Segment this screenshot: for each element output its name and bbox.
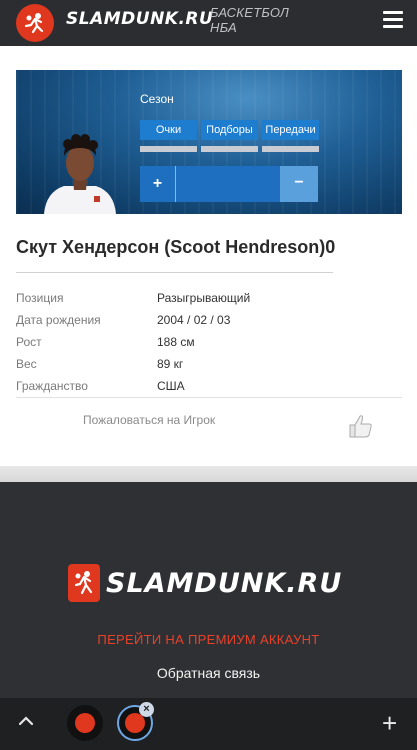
- info-label: Рост: [16, 335, 42, 349]
- basketball-logo-icon[interactable]: [16, 4, 54, 42]
- player-name: Скут Хендерсон (Scoot Hendreson)0: [16, 237, 336, 257]
- site-logo-text[interactable]: SLAMDUNK.RU: [66, 9, 213, 29]
- vote-widget: + −: [140, 166, 318, 202]
- info-row-position: Позиция Разыгрывающий: [16, 291, 402, 313]
- tab-assists[interactable]: Передачи: [262, 120, 319, 140]
- site-footer: SLAMDUNK.RU ПЕРЕЙТИ НА ПРЕМИУМ АККАУНТ О…: [0, 482, 417, 698]
- footer-logo-text: SLAMDUNK.RU: [106, 567, 343, 599]
- feedback-link[interactable]: Обратная связь: [0, 665, 417, 681]
- new-tab-icon[interactable]: +: [382, 710, 397, 736]
- points-bar: [140, 146, 197, 152]
- info-row-birthdate: Дата рождения 2004 / 02 / 03: [16, 313, 402, 335]
- chevron-up-icon[interactable]: [17, 712, 35, 730]
- season-label: Сезон: [140, 92, 174, 106]
- basketball-logo-icon: [68, 564, 100, 602]
- section-divider-strip: [0, 466, 417, 482]
- report-player-link[interactable]: Пожаловаться на Игрок: [83, 413, 215, 427]
- site-subtitle: БАСКЕТБОЛ НБА: [210, 5, 289, 35]
- info-value: 89 кг: [157, 357, 184, 371]
- rebounds-bar: [201, 146, 258, 152]
- divider: [16, 397, 402, 398]
- browser-bottom-bar: × +: [0, 698, 417, 750]
- tab-rebounds[interactable]: Подборы: [201, 120, 258, 140]
- basketball-logo-icon: [75, 713, 95, 733]
- assists-bar: [262, 146, 319, 152]
- vote-minus-button[interactable]: −: [280, 166, 318, 202]
- info-value: США: [157, 379, 185, 393]
- player-banner: Сезон Очки Подборы Передачи + −: [16, 70, 402, 214]
- site-header: SLAMDUNK.RU БАСКЕТБОЛ НБА: [0, 0, 417, 46]
- player-card: Сезон Очки Подборы Передачи + − Скут Хен…: [0, 46, 417, 466]
- info-value: 188 см: [157, 335, 195, 349]
- hamburger-menu-icon[interactable]: [383, 11, 403, 31]
- thumbs-up-icon[interactable]: [346, 412, 374, 440]
- footer-logo[interactable]: SLAMDUNK.RU: [68, 564, 342, 602]
- divider: [16, 272, 333, 273]
- tab-points[interactable]: Очки: [140, 120, 197, 140]
- info-label: Позиция: [16, 291, 64, 305]
- info-row-height: Рост 188 см: [16, 335, 402, 357]
- info-value: 2004 / 02 / 03: [157, 313, 231, 327]
- info-label: Вес: [16, 357, 37, 371]
- premium-account-link[interactable]: ПЕРЕЙТИ НА ПРЕМИУМ АККАУНТ: [0, 632, 417, 647]
- info-value: Разыгрывающий: [157, 291, 251, 305]
- player-photo: [44, 134, 116, 214]
- subtitle-line-2: НБА: [210, 20, 237, 35]
- close-tab-icon[interactable]: ×: [139, 702, 154, 717]
- browser-tab-thumbnail[interactable]: [67, 705, 103, 741]
- info-label: Гражданство: [16, 379, 88, 393]
- info-row-weight: Вес 89 кг: [16, 357, 402, 379]
- info-label: Дата рождения: [16, 313, 101, 327]
- vote-plus-button[interactable]: +: [140, 166, 176, 202]
- subtitle-line-1: БАСКЕТБОЛ: [210, 5, 290, 20]
